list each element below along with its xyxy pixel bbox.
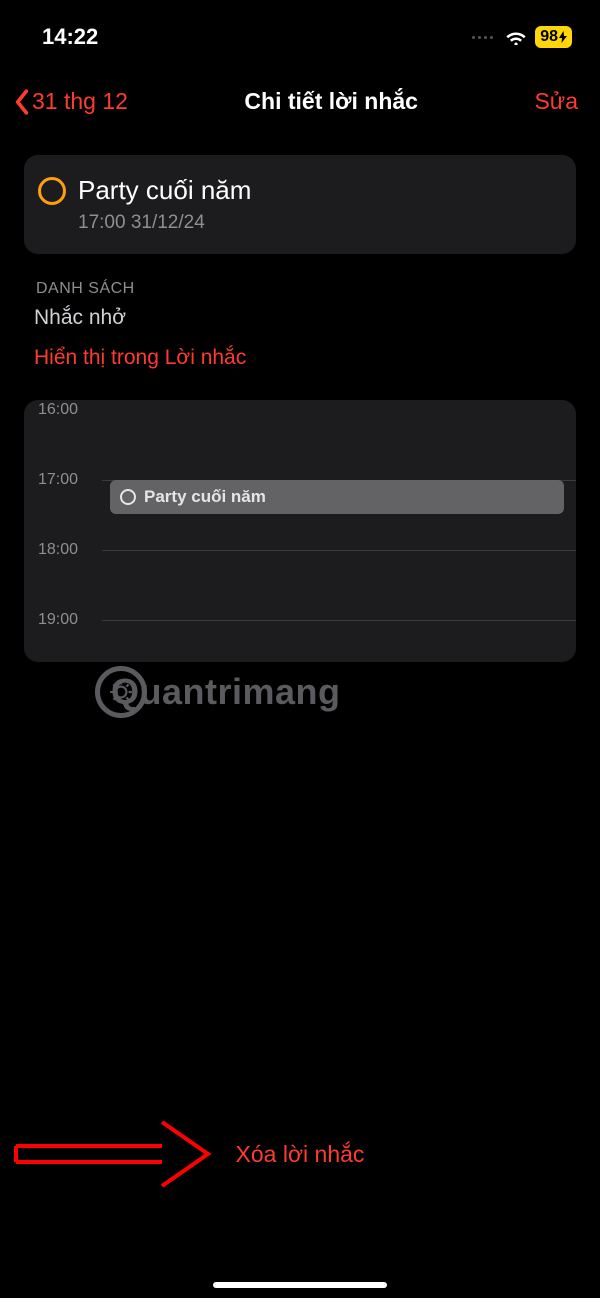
reminder-title: Party cuối năm [78, 175, 251, 206]
event-radio-icon [120, 489, 136, 505]
back-label: 31 thg 12 [32, 88, 128, 115]
hour-label: 16:00 [38, 401, 78, 419]
back-button[interactable]: 31 thg 12 [14, 88, 128, 115]
status-bar: 14:22 98 [0, 0, 600, 60]
nav-bar: 31 thg 12 Chi tiết lời nhắc Sửa [0, 60, 600, 133]
watermark-text: uantrimang [140, 671, 341, 713]
status-right: 98 [472, 26, 572, 48]
hour-label: 17:00 [38, 471, 78, 489]
list-section-header: DANH SÁCH [36, 280, 600, 298]
edit-button[interactable]: Sửa [534, 88, 578, 115]
status-time: 14:22 [42, 24, 98, 50]
page-title: Chi tiết lời nhắc [244, 88, 418, 115]
reminder-datetime: 17:00 31/12/24 [78, 212, 251, 234]
event-title: Party cuối năm [144, 487, 266, 507]
annotation-arrow-icon [12, 1116, 212, 1192]
chevron-left-icon [14, 89, 30, 115]
timeline: 16:00 17:00 18:00 19:00 Party cuối năm [24, 400, 576, 662]
timeline-event[interactable]: Party cuối năm [110, 480, 564, 514]
battery-badge: 98 [535, 26, 572, 48]
hour-label: 18:00 [38, 541, 78, 559]
cellular-dots-icon [472, 36, 493, 39]
reminder-card[interactable]: Party cuối năm 17:00 31/12/24 [24, 155, 576, 254]
show-in-reminders-link[interactable]: Hiển thị trong Lời nhắc [34, 346, 600, 370]
list-name: Nhắc nhở [34, 306, 600, 330]
watermark: Q uantrimang [95, 666, 341, 718]
home-indicator[interactable] [213, 1282, 387, 1288]
reminder-radio-icon[interactable] [38, 177, 66, 205]
hour-label: 19:00 [38, 611, 78, 629]
wifi-icon [505, 29, 527, 45]
battery-percent: 98 [540, 28, 558, 46]
reminder-text: Party cuối năm 17:00 31/12/24 [78, 175, 251, 234]
bolt-icon [559, 31, 567, 43]
